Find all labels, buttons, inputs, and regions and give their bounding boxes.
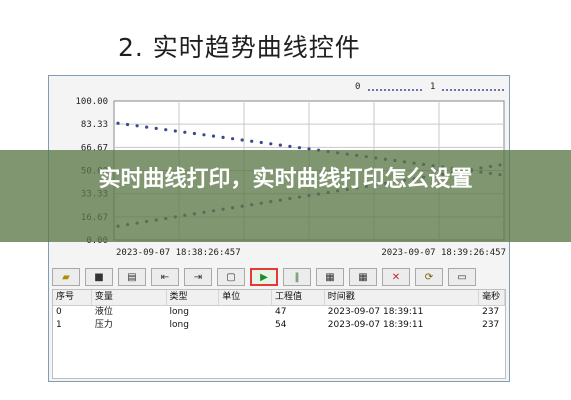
series-point xyxy=(288,144,292,148)
series-point xyxy=(221,135,225,139)
cell-timestamp: 2023-09-07 18:39:11 xyxy=(327,307,424,317)
col-header-type[interactable]: 类型 xyxy=(167,290,220,305)
new-icon: ▢ xyxy=(226,271,236,283)
cell-ms: 237 xyxy=(482,307,500,317)
cell-unit xyxy=(219,306,272,319)
table-button[interactable]: ▦ xyxy=(316,268,344,286)
series-point xyxy=(211,134,216,138)
new-button[interactable]: ▢ xyxy=(217,268,245,286)
forward-button[interactable]: ⇥ xyxy=(184,268,212,286)
table2-button[interactable]: ▦ xyxy=(349,268,377,286)
table-row[interactable]: 1 压力 long 54 2023-09-07 18:39:11 237 xyxy=(53,319,505,332)
col-header-unit[interactable]: 单位 xyxy=(219,290,273,305)
series-point xyxy=(297,146,302,150)
y-tick-label: 100.00 xyxy=(75,97,108,107)
series-point xyxy=(183,130,187,134)
cell-variable: 压力 xyxy=(94,320,113,330)
series-point xyxy=(116,121,120,125)
save-button[interactable]: ■ xyxy=(85,268,113,286)
table-header: 序号 变量 类型 单位 工程值 时间戳 毫秒 xyxy=(53,290,505,306)
play-icon: ▶ xyxy=(260,271,268,283)
export-button[interactable]: ⟳ xyxy=(415,268,443,286)
back-button[interactable]: ⇤ xyxy=(151,268,179,286)
series-point xyxy=(250,139,254,143)
save-icon: ■ xyxy=(94,271,104,283)
open-icon: ▰ xyxy=(62,271,70,283)
col-header-variable[interactable]: 变量 xyxy=(92,290,167,305)
x-start-time: 2023-09-07 18:38:26:457 xyxy=(116,248,241,258)
series-point xyxy=(173,129,177,133)
page-heading: 2. 实时趋势曲线控件 xyxy=(118,33,361,62)
close-icon: ✕ xyxy=(391,271,401,283)
cell-type: long xyxy=(169,307,189,317)
x-end-time: 2023-09-07 18:39:26:457 xyxy=(381,248,506,258)
window-button[interactable]: ▭ xyxy=(448,268,476,286)
cell-index: 0 xyxy=(56,307,62,317)
export-icon: ⟳ xyxy=(424,271,434,283)
back-icon: ⇤ xyxy=(160,271,170,283)
table-icon: ▦ xyxy=(325,271,335,283)
series-point xyxy=(154,126,158,130)
cell-value: 47 xyxy=(275,307,287,317)
close-button[interactable]: ✕ xyxy=(382,268,410,286)
play-button[interactable]: ▶ xyxy=(250,268,278,286)
col-header-value[interactable]: 工程值 xyxy=(272,290,325,305)
chart-toolbar: ▰ ■ ▤ ⇤ ⇥ ▢ ▶ ‖ ▦ ▦ ✕ ⟳ ▭ xyxy=(52,266,507,288)
pause-icon: ‖ xyxy=(294,271,300,283)
series-point xyxy=(192,131,196,136)
print-button[interactable]: ▤ xyxy=(118,268,146,286)
series-point xyxy=(164,128,168,132)
data-table: 序号 变量 类型 单位 工程值 时间戳 毫秒 0 液位 long 47 2023… xyxy=(52,289,506,379)
cell-ms: 237 xyxy=(482,320,500,330)
open-button[interactable]: ▰ xyxy=(52,268,80,286)
series-point xyxy=(269,142,273,146)
series-point xyxy=(125,122,130,127)
table2-icon: ▦ xyxy=(358,271,368,283)
print-icon: ▤ xyxy=(127,271,137,283)
col-header-timestamp[interactable]: 时间戳 xyxy=(325,290,480,305)
pause-button[interactable]: ‖ xyxy=(283,268,311,286)
col-header-ms[interactable]: 毫秒 xyxy=(479,290,505,305)
cell-unit xyxy=(219,319,272,332)
window-icon: ▭ xyxy=(457,271,467,283)
series-point xyxy=(135,124,139,128)
table-row[interactable]: 0 液位 long 47 2023-09-07 18:39:11 237 xyxy=(53,306,505,319)
y-tick-label: 83.33 xyxy=(81,120,108,130)
cell-index: 1 xyxy=(56,320,62,330)
series-point xyxy=(231,137,235,141)
series-point xyxy=(278,143,282,147)
banner-title: 实时曲线打印，实时曲线打印怎么设置 xyxy=(98,167,473,192)
cell-type: long xyxy=(169,320,189,330)
series-point xyxy=(145,125,149,129)
col-header-index[interactable]: 序号 xyxy=(53,290,92,305)
series-point xyxy=(240,138,244,142)
cell-value: 54 xyxy=(275,320,287,330)
cell-variable: 液位 xyxy=(94,307,113,317)
forward-icon: ⇥ xyxy=(193,271,203,283)
cell-timestamp: 2023-09-07 18:39:11 xyxy=(327,320,424,330)
series-point xyxy=(259,140,263,145)
series-point xyxy=(202,133,206,137)
